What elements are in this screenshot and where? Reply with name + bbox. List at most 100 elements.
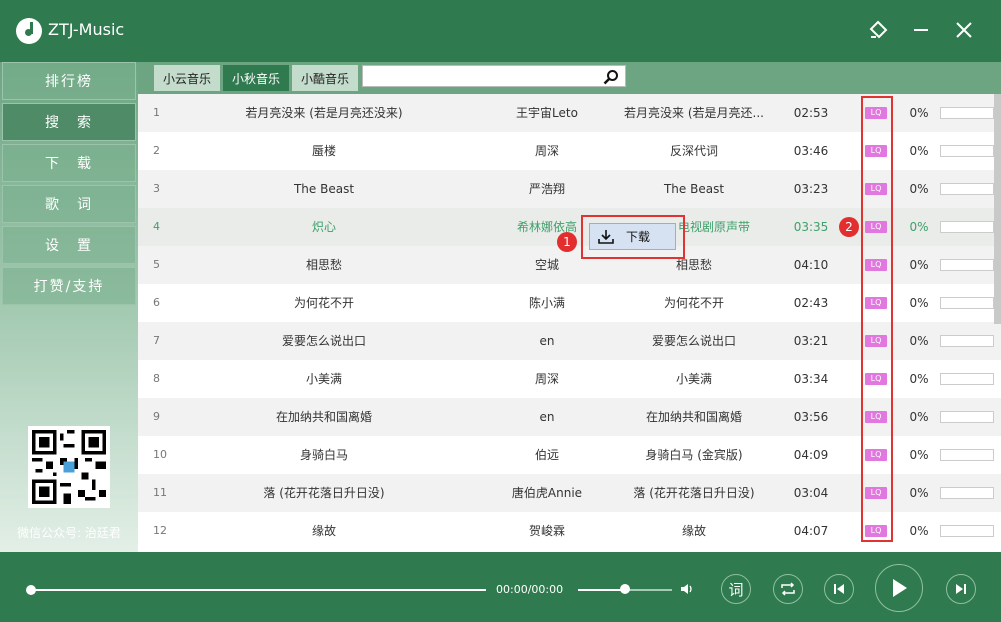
skin-icon[interactable] bbox=[864, 16, 892, 44]
annotation-box-2 bbox=[861, 96, 893, 542]
search-icon[interactable] bbox=[603, 69, 619, 85]
source-tab-bar: 小云音乐 小秋音乐 小酷音乐 bbox=[138, 62, 1001, 94]
song-index: 6 bbox=[153, 296, 160, 309]
download-progress-bar bbox=[940, 449, 994, 461]
song-album: 落 (花开花落日升日没) bbox=[633, 486, 755, 500]
song-artist: 周深 bbox=[534, 372, 559, 386]
download-percent: 0% bbox=[909, 524, 929, 538]
song-duration: 03:23 bbox=[793, 182, 829, 196]
song-artist: 严浩翔 bbox=[528, 182, 565, 196]
song-duration: 03:21 bbox=[793, 334, 829, 348]
playback-progress-knob[interactable] bbox=[26, 585, 36, 595]
sidebar-item-download[interactable]: 下 载 bbox=[2, 144, 136, 182]
song-index: 7 bbox=[153, 334, 160, 347]
song-album: 小美满 bbox=[675, 372, 712, 386]
tab-xiaoyun[interactable]: 小云音乐 bbox=[154, 65, 220, 91]
app-title: ZTJ-Music bbox=[48, 20, 125, 39]
sidebar: 排行榜 搜 索 下 载 歌 词 设 置 打赞/支持 微信公众号: 治廷君 bbox=[0, 62, 138, 552]
song-title: 爱要怎么说出口 bbox=[281, 334, 366, 348]
song-title: 若月亮没来 (若是月亮还没来) bbox=[245, 106, 403, 120]
play-icon bbox=[893, 579, 907, 597]
song-artist: 周深 bbox=[534, 144, 559, 158]
song-artist: 陈小满 bbox=[528, 296, 565, 310]
song-index: 10 bbox=[153, 448, 167, 461]
song-index: 9 bbox=[153, 410, 160, 423]
download-percent: 0% bbox=[909, 296, 929, 310]
song-duration: 03:46 bbox=[793, 144, 829, 158]
tab-xiaoku[interactable]: 小酷音乐 bbox=[292, 65, 358, 91]
song-index: 1 bbox=[153, 106, 160, 119]
previous-button[interactable] bbox=[824, 574, 854, 604]
sidebar-item-lyrics[interactable]: 歌 词 bbox=[2, 185, 136, 223]
volume-icon[interactable] bbox=[680, 582, 694, 596]
sidebar-item-charts[interactable]: 排行榜 bbox=[2, 62, 136, 100]
download-progress-bar bbox=[940, 107, 994, 119]
player-bar: 00:00/00:00 词 bbox=[0, 552, 1001, 622]
song-album: 为何花不开 bbox=[663, 296, 724, 310]
minimize-icon[interactable] bbox=[907, 16, 935, 44]
song-duration: 03:04 bbox=[793, 486, 829, 500]
download-percent: 0% bbox=[909, 372, 929, 386]
app-logo-icon bbox=[16, 18, 42, 44]
song-index: 5 bbox=[153, 258, 160, 271]
song-artist: 贺峻霖 bbox=[528, 524, 565, 538]
download-progress-bar bbox=[940, 411, 994, 423]
song-title: The Beast bbox=[293, 182, 355, 196]
song-artist: 唐伯虎Annie bbox=[511, 486, 583, 500]
download-progress-bar bbox=[940, 487, 994, 499]
song-duration: 04:09 bbox=[793, 448, 829, 462]
lyrics-button[interactable]: 词 bbox=[721, 574, 751, 604]
song-artist: en bbox=[539, 334, 555, 348]
song-album: 在加纳共和国离婚 bbox=[645, 410, 742, 424]
song-index: 11 bbox=[153, 486, 167, 499]
download-percent: 0% bbox=[909, 410, 929, 424]
playback-progress-track[interactable] bbox=[30, 589, 486, 591]
song-title: 在加纳共和国离婚 bbox=[275, 410, 372, 424]
song-title: 小美满 bbox=[305, 372, 342, 386]
volume-knob[interactable] bbox=[620, 584, 630, 594]
sidebar-item-settings[interactable]: 设 置 bbox=[2, 226, 136, 264]
download-progress-bar bbox=[940, 297, 994, 309]
song-index: 2 bbox=[153, 144, 160, 157]
download-progress-bar bbox=[940, 525, 994, 537]
search-input[interactable] bbox=[365, 67, 597, 85]
song-artist: en bbox=[539, 410, 555, 424]
wechat-qr-code bbox=[28, 426, 110, 508]
download-percent: 0% bbox=[909, 144, 929, 158]
download-percent: 0% bbox=[909, 448, 929, 462]
download-progress-bar bbox=[940, 145, 994, 157]
song-duration: 03:56 bbox=[793, 410, 829, 424]
download-progress-bar bbox=[940, 335, 994, 347]
download-percent: 0% bbox=[909, 486, 929, 500]
song-title: 为何花不开 bbox=[293, 296, 354, 310]
song-album: 爱要怎么说出口 bbox=[651, 334, 736, 348]
sidebar-item-support[interactable]: 打赞/支持 bbox=[2, 267, 136, 305]
song-duration: 04:07 bbox=[793, 524, 829, 538]
download-progress-bar bbox=[940, 259, 994, 271]
playback-time: 00:00/00:00 bbox=[496, 583, 564, 596]
download-percent: 0% bbox=[909, 334, 929, 348]
close-icon[interactable] bbox=[950, 16, 978, 44]
song-duration: 03:34 bbox=[793, 372, 829, 386]
search-box bbox=[362, 65, 626, 87]
play-button[interactable] bbox=[875, 564, 923, 612]
song-title: 缘故 bbox=[311, 524, 336, 538]
song-album: The Beast bbox=[663, 182, 725, 196]
list-scrollbar[interactable] bbox=[994, 94, 1001, 324]
song-index: 8 bbox=[153, 372, 160, 385]
song-album: 反深代词 bbox=[669, 144, 718, 158]
song-duration: 02:43 bbox=[793, 296, 829, 310]
next-button[interactable] bbox=[946, 574, 976, 604]
tab-xiaoqiu[interactable]: 小秋音乐 bbox=[223, 65, 289, 91]
annotation-badge-1: 1 bbox=[557, 232, 577, 252]
sidebar-item-search[interactable]: 搜 索 bbox=[2, 103, 136, 141]
wechat-account-label: 微信公众号: 治廷君 bbox=[17, 526, 121, 540]
song-album: 若月亮没来 (若是月亮还... bbox=[624, 106, 764, 120]
download-percent: 0% bbox=[909, 258, 929, 272]
song-title: 落 (花开花落日升日没) bbox=[263, 486, 385, 500]
song-album: 身骑白马 (金宾版) bbox=[645, 448, 743, 462]
repeat-button[interactable] bbox=[773, 574, 803, 604]
song-index: 3 bbox=[153, 182, 160, 195]
download-percent: 0% bbox=[909, 106, 929, 120]
song-duration: 02:53 bbox=[793, 106, 829, 120]
